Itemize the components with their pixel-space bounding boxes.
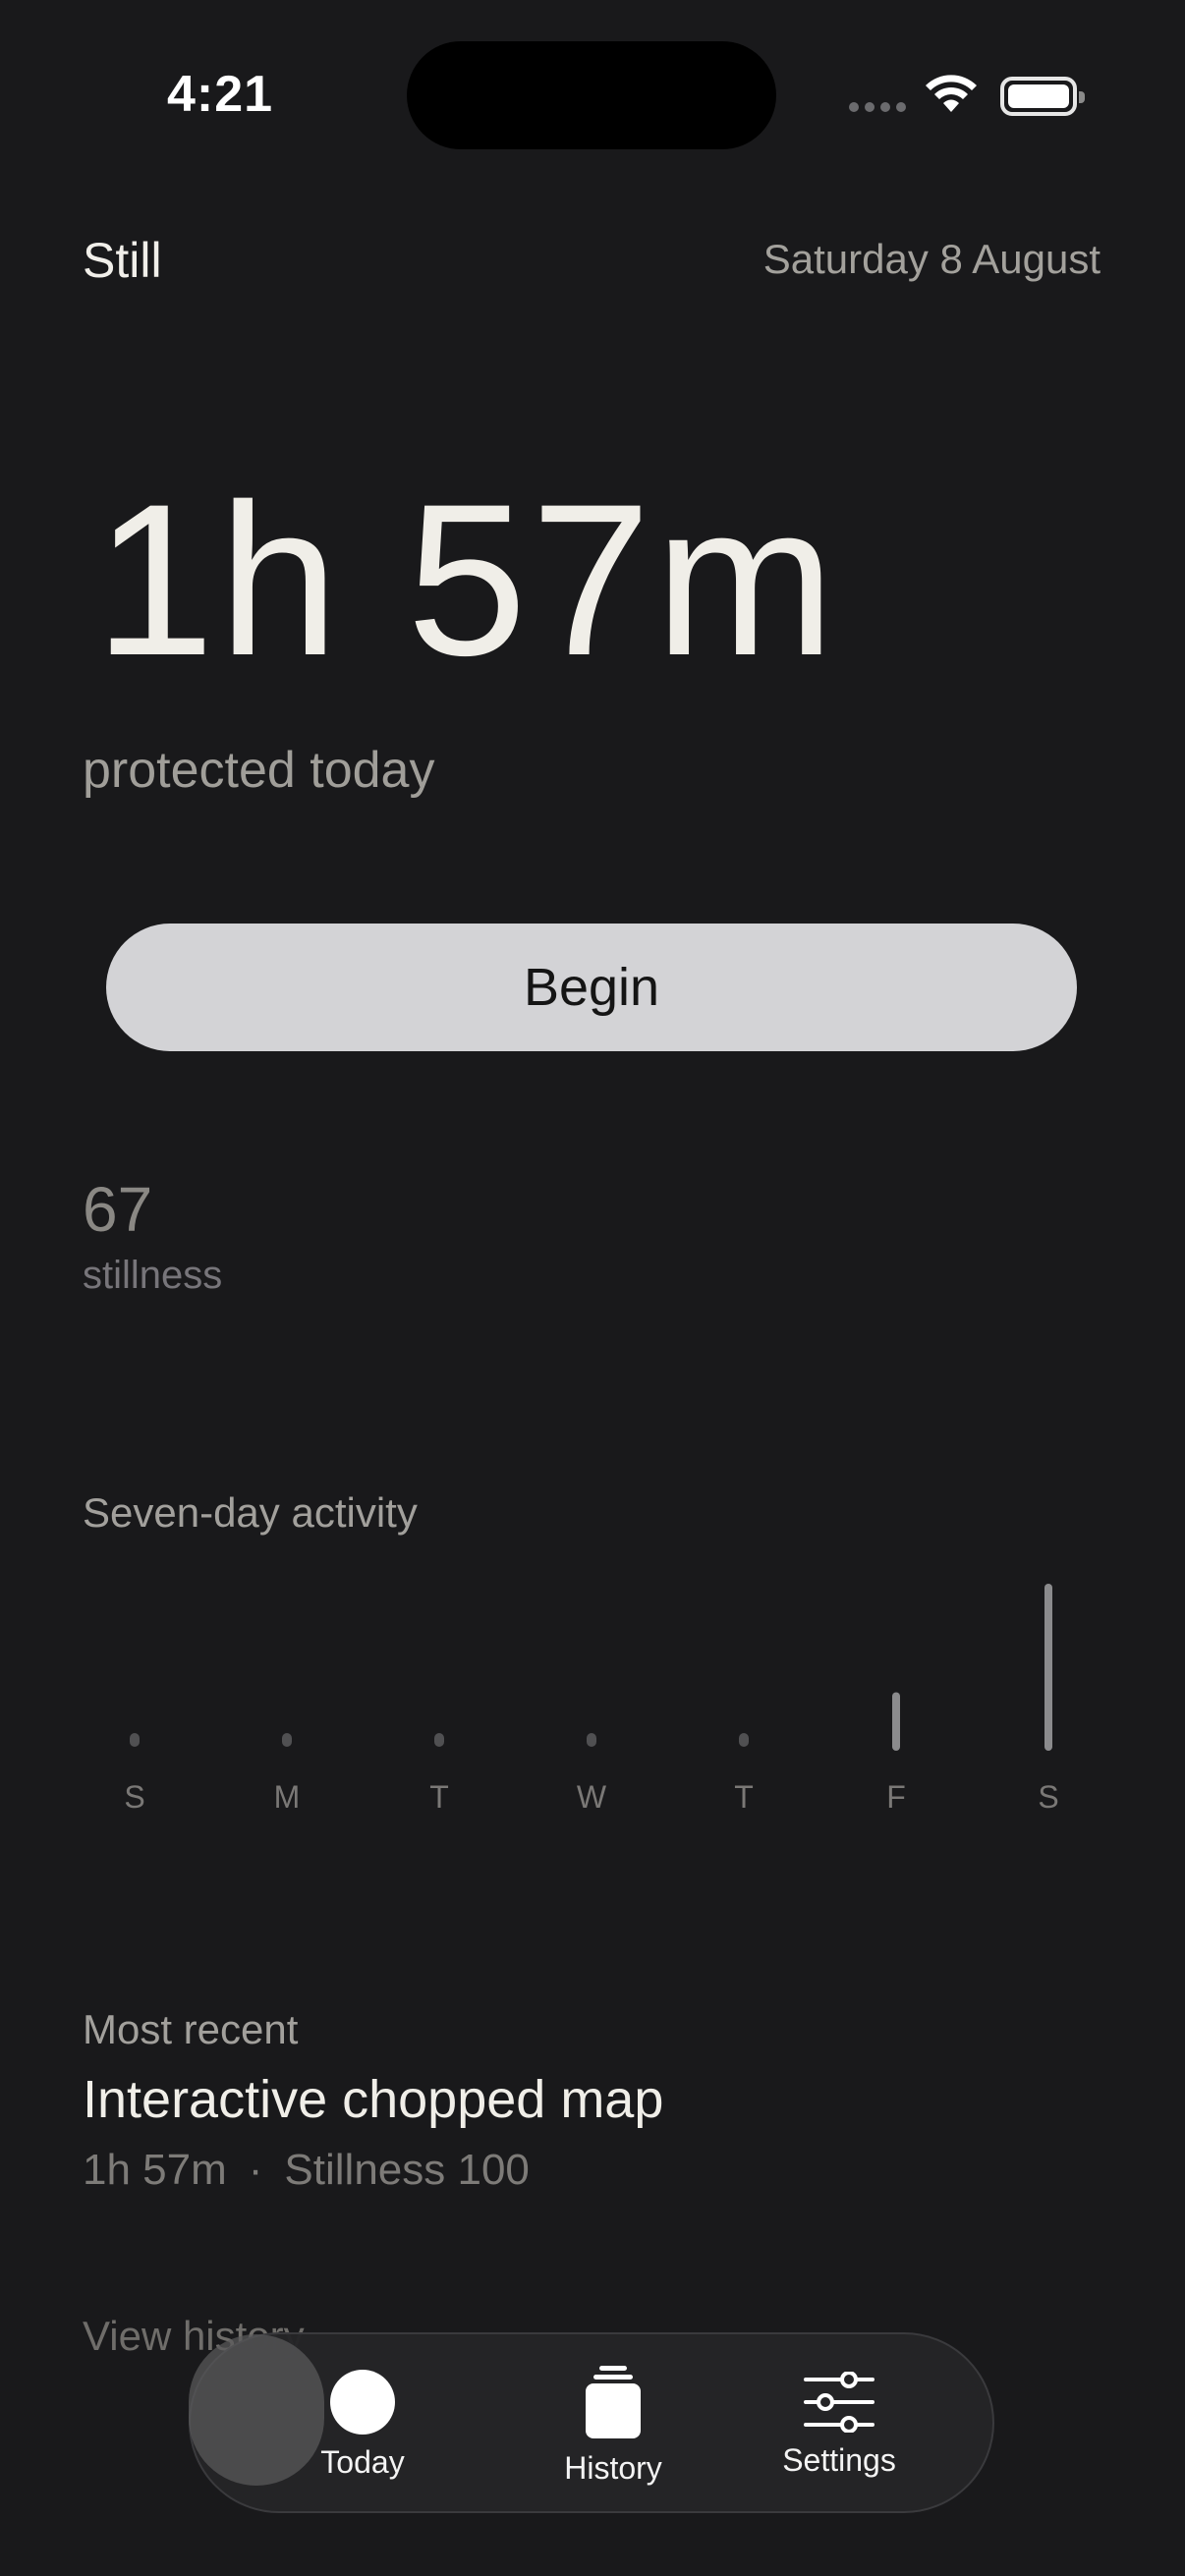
activity-day-label: T	[429, 1779, 449, 1815]
battery-icon	[1000, 77, 1085, 116]
tab-history-label: History	[564, 2449, 662, 2486]
activity-day-label: W	[577, 1779, 607, 1815]
recent-session-stillness: Stillness 100	[284, 2146, 530, 2194]
activity-bar	[739, 1733, 749, 1747]
cellular-signal-icon	[849, 102, 906, 112]
tab-settings-label: Settings	[782, 2441, 896, 2478]
activity-bar	[282, 1733, 292, 1747]
history-stack-icon	[586, 2365, 641, 2438]
stillness-label: stillness	[83, 1254, 223, 1297]
activity-day-label: S	[1038, 1779, 1058, 1815]
today-screen: 4:21 Still Saturday 8 August 1h 57m prot…	[0, 0, 1185, 2576]
tab-bar: Today History Settings	[189, 2332, 994, 2513]
protected-duration: 1h 57m	[94, 459, 839, 700]
header-date: Saturday 8 August	[762, 236, 1100, 282]
tab-settings[interactable]: Settings	[741, 2334, 937, 2515]
today-dot-icon	[330, 2369, 395, 2435]
activity-bar	[1044, 1584, 1052, 1751]
tab-press-highlight	[189, 2334, 324, 2486]
recent-session-title[interactable]: Interactive chopped map	[83, 2069, 663, 2130]
activity-bar	[434, 1733, 444, 1747]
recent-session-meta: 1h 57m · Stillness 100	[83, 2146, 530, 2195]
begin-button[interactable]: Begin	[106, 924, 1077, 1051]
protected-caption: protected today	[83, 742, 435, 799]
tab-today-label: Today	[320, 2443, 405, 2480]
most-recent-label: Most recent	[83, 2006, 299, 2052]
status-time: 4:21	[167, 66, 274, 123]
activity-chart: SMTWTFS	[124, 1584, 1059, 1815]
activity-day-label: M	[274, 1779, 301, 1815]
activity-day-label: F	[886, 1779, 906, 1815]
tab-history[interactable]: History	[515, 2334, 711, 2515]
app-title: Still	[83, 233, 162, 288]
activity-bar	[130, 1733, 140, 1747]
meta-separator: ·	[248, 2146, 263, 2194]
activity-chart-title: Seven-day activity	[83, 1489, 418, 1536]
recent-session-duration: 1h 57m	[83, 2146, 227, 2194]
activity-day-label: T	[734, 1779, 754, 1815]
dynamic-island	[407, 41, 776, 149]
activity-day-label: S	[124, 1779, 144, 1815]
wifi-icon	[926, 75, 977, 112]
activity-bar	[587, 1733, 596, 1747]
activity-bar	[892, 1692, 900, 1751]
stillness-score: 67	[83, 1174, 153, 1245]
sliders-icon	[804, 2371, 875, 2433]
